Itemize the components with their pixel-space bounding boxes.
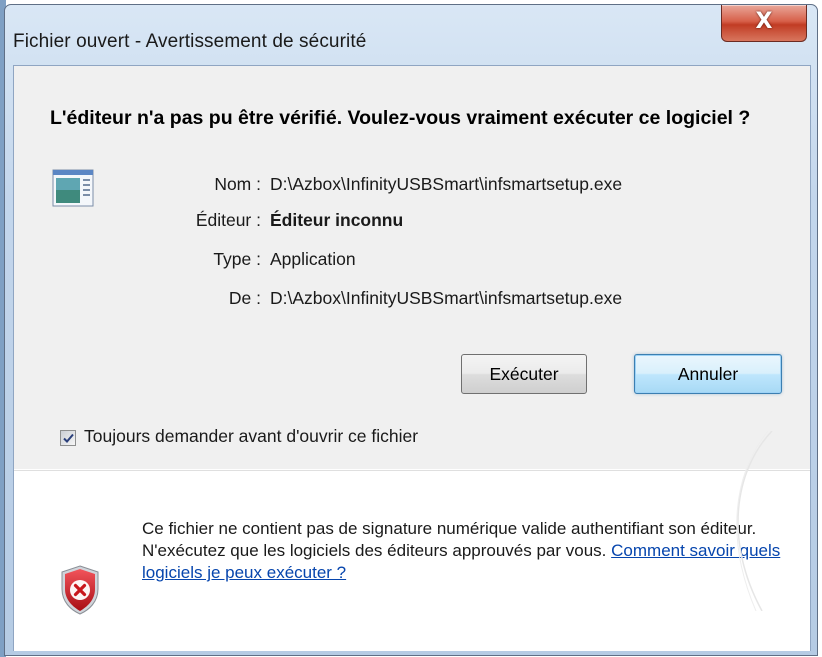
publisher-label: Éditeur :: [195, 210, 261, 230]
name-value: D:\Azbox\InfinityUSBSmart\infsmartsetup.…: [270, 174, 623, 194]
security-shield-error-icon: [61, 565, 99, 615]
warning-panel: Ce fichier ne contient pas de signature …: [14, 431, 810, 651]
from-label: De :: [228, 288, 261, 308]
name-label-wrap: Nom :: [14, 174, 261, 196]
checkmark-icon: [63, 433, 74, 443]
from-label-wrap: De :: [14, 288, 261, 310]
type-label-wrap: Type :: [14, 249, 261, 271]
window-title: Fichier ouvert - Avertissement de sécuri…: [13, 31, 367, 52]
close-button[interactable]: X: [721, 5, 807, 42]
dialog-content: L'éditeur n'a pas pu être vérifié. Voule…: [13, 65, 811, 651]
upper-panel: L'éditeur n'a pas pu être vérifié. Voule…: [14, 66, 810, 469]
cancel-button[interactable]: Annuler: [634, 354, 782, 394]
publisher-label-wrap: Éditeur :: [14, 210, 261, 232]
always-ask-label[interactable]: Toujours demander avant d'ouvrir ce fich…: [84, 426, 418, 447]
run-button[interactable]: Exécuter: [461, 354, 587, 394]
title-bar[interactable]: Fichier ouvert - Avertissement de sécuri…: [5, 5, 817, 65]
type-label: Type :: [213, 249, 261, 269]
dialog-heading: L'éditeur n'a pas pu être vérifié. Voule…: [50, 107, 751, 129]
name-label: Nom :: [214, 174, 261, 194]
warning-message: Ce fichier ne contient pas de signature …: [142, 518, 782, 584]
from-value: D:\Azbox\InfinityUSBSmart\infsmartsetup.…: [270, 288, 623, 308]
always-ask-checkbox[interactable]: [60, 430, 76, 446]
close-icon: X: [755, 9, 773, 34]
security-warning-dialog: Fichier ouvert - Avertissement de sécuri…: [4, 4, 818, 656]
decorative-curve: [736, 431, 773, 611]
type-value: Application: [270, 249, 356, 269]
publisher-value: Éditeur inconnu: [270, 210, 404, 230]
